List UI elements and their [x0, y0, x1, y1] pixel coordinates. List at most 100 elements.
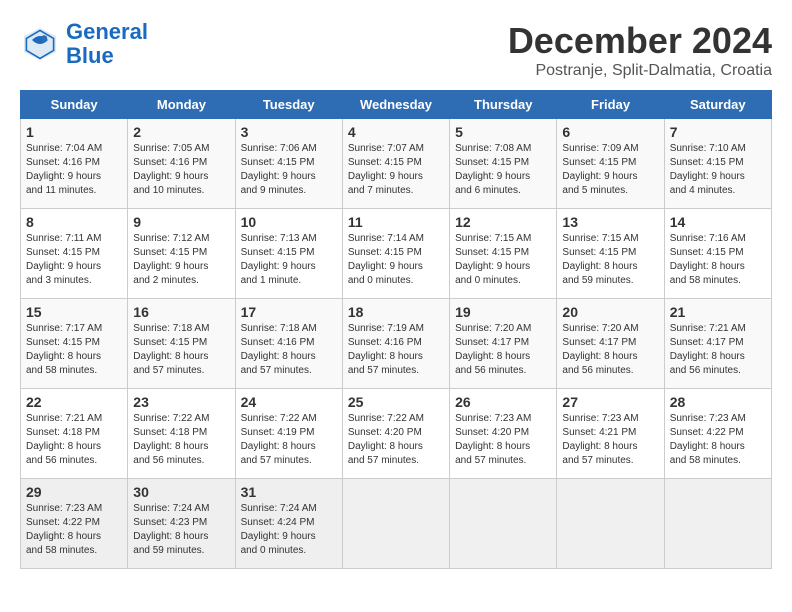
day-number: 1	[26, 124, 122, 140]
calendar-cell: 8 Sunrise: 7:11 AM Sunset: 4:15 PM Daylig…	[21, 209, 128, 299]
day-info: Sunrise: 7:07 AM Sunset: 4:15 PM Dayligh…	[348, 142, 444, 198]
calendar-cell: 21 Sunrise: 7:21 AM Sunset: 4:17 PM Dayli…	[664, 299, 771, 389]
day-info: Sunrise: 7:20 AM Sunset: 4:17 PM Dayligh…	[455, 322, 551, 378]
day-number: 21	[670, 304, 766, 320]
day-info: Sunrise: 7:04 AM Sunset: 4:16 PM Dayligh…	[26, 142, 122, 198]
day-info: Sunrise: 7:06 AM Sunset: 4:15 PM Dayligh…	[241, 142, 337, 198]
day-number: 31	[241, 484, 337, 500]
weekday-header-wednesday: Wednesday	[342, 91, 449, 119]
day-number: 7	[670, 124, 766, 140]
day-info: Sunrise: 7:18 AM Sunset: 4:15 PM Dayligh…	[133, 322, 229, 378]
calendar-week-row: 8 Sunrise: 7:11 AM Sunset: 4:15 PM Daylig…	[21, 209, 772, 299]
day-info: Sunrise: 7:20 AM Sunset: 4:17 PM Dayligh…	[562, 322, 658, 378]
calendar-cell: 23 Sunrise: 7:22 AM Sunset: 4:18 PM Dayli…	[128, 389, 235, 479]
calendar-cell: 29 Sunrise: 7:23 AM Sunset: 4:22 PM Dayli…	[21, 479, 128, 569]
day-number: 3	[241, 124, 337, 140]
calendar-cell: 19 Sunrise: 7:20 AM Sunset: 4:17 PM Dayli…	[450, 299, 557, 389]
day-info: Sunrise: 7:23 AM Sunset: 4:20 PM Dayligh…	[455, 412, 551, 468]
day-info: Sunrise: 7:11 AM Sunset: 4:15 PM Dayligh…	[26, 232, 122, 288]
calendar-cell: 28 Sunrise: 7:23 AM Sunset: 4:22 PM Dayli…	[664, 389, 771, 479]
day-info: Sunrise: 7:21 AM Sunset: 4:17 PM Dayligh…	[670, 322, 766, 378]
calendar-cell: 11 Sunrise: 7:14 AM Sunset: 4:15 PM Dayli…	[342, 209, 449, 299]
weekday-header-row: SundayMondayTuesdayWednesdayThursdayFrid…	[21, 91, 772, 119]
day-info: Sunrise: 7:08 AM Sunset: 4:15 PM Dayligh…	[455, 142, 551, 198]
calendar-cell: 24 Sunrise: 7:22 AM Sunset: 4:19 PM Dayli…	[235, 389, 342, 479]
calendar-cell: 30 Sunrise: 7:24 AM Sunset: 4:23 PM Dayli…	[128, 479, 235, 569]
calendar-table: SundayMondayTuesdayWednesdayThursdayFrid…	[20, 90, 772, 569]
day-info: Sunrise: 7:14 AM Sunset: 4:15 PM Dayligh…	[348, 232, 444, 288]
day-info: Sunrise: 7:22 AM Sunset: 4:19 PM Dayligh…	[241, 412, 337, 468]
calendar-cell: 1 Sunrise: 7:04 AM Sunset: 4:16 PM Daylig…	[21, 119, 128, 209]
day-number: 2	[133, 124, 229, 140]
day-info: Sunrise: 7:23 AM Sunset: 4:22 PM Dayligh…	[670, 412, 766, 468]
calendar-cell	[557, 479, 664, 569]
logo-text: General Blue	[66, 20, 148, 68]
day-info: Sunrise: 7:24 AM Sunset: 4:24 PM Dayligh…	[241, 502, 337, 558]
day-info: Sunrise: 7:24 AM Sunset: 4:23 PM Dayligh…	[133, 502, 229, 558]
day-number: 23	[133, 394, 229, 410]
day-number: 10	[241, 214, 337, 230]
day-number: 27	[562, 394, 658, 410]
logo: General Blue	[20, 20, 148, 68]
calendar-cell: 22Sunrise: 7:21 AM Sunset: 4:18 PM Dayli…	[21, 389, 128, 479]
day-number: 17	[241, 304, 337, 320]
main-title: December 2024	[508, 20, 772, 62]
day-number: 28	[670, 394, 766, 410]
calendar-cell: 31 Sunrise: 7:24 AM Sunset: 4:24 PM Dayli…	[235, 479, 342, 569]
calendar-cell: 18Sunrise: 7:19 AM Sunset: 4:16 PM Dayli…	[342, 299, 449, 389]
calendar-cell: 9 Sunrise: 7:12 AM Sunset: 4:15 PM Daylig…	[128, 209, 235, 299]
day-number: 19	[455, 304, 551, 320]
day-number: 30	[133, 484, 229, 500]
calendar-cell: 13Sunrise: 7:15 AM Sunset: 4:15 PM Dayli…	[557, 209, 664, 299]
day-number: 20	[562, 304, 658, 320]
day-info: Sunrise: 7:17 AM Sunset: 4:15 PM Dayligh…	[26, 322, 122, 378]
logo-line1: General	[66, 19, 148, 44]
day-number: 13	[562, 214, 658, 230]
day-number: 22	[26, 394, 122, 410]
day-number: 9	[133, 214, 229, 230]
day-number: 29	[26, 484, 122, 500]
calendar-cell: 25Sunrise: 7:22 AM Sunset: 4:20 PM Dayli…	[342, 389, 449, 479]
calendar-cell: 4 Sunrise: 7:07 AM Sunset: 4:15 PM Daylig…	[342, 119, 449, 209]
calendar-cell: 16 Sunrise: 7:18 AM Sunset: 4:15 PM Dayli…	[128, 299, 235, 389]
day-info: Sunrise: 7:16 AM Sunset: 4:15 PM Dayligh…	[670, 232, 766, 288]
day-info: Sunrise: 7:09 AM Sunset: 4:15 PM Dayligh…	[562, 142, 658, 198]
logo-line2: Blue	[66, 43, 114, 68]
weekday-header-sunday: Sunday	[21, 91, 128, 119]
day-info: Sunrise: 7:12 AM Sunset: 4:15 PM Dayligh…	[133, 232, 229, 288]
calendar-cell: 3 Sunrise: 7:06 AM Sunset: 4:15 PM Daylig…	[235, 119, 342, 209]
calendar-cell: 15 Sunrise: 7:17 AM Sunset: 4:15 PM Dayli…	[21, 299, 128, 389]
calendar-cell	[664, 479, 771, 569]
calendar-cell: 12 Sunrise: 7:15 AM Sunset: 4:15 PM Dayli…	[450, 209, 557, 299]
title-block: December 2024 Postranje, Split-Dalmatia,…	[508, 20, 772, 80]
calendar-cell: 7 Sunrise: 7:10 AM Sunset: 4:15 PM Daylig…	[664, 119, 771, 209]
day-number: 18	[348, 304, 444, 320]
day-number: 11	[348, 214, 444, 230]
weekday-header-tuesday: Tuesday	[235, 91, 342, 119]
day-info: Sunrise: 7:13 AM Sunset: 4:15 PM Dayligh…	[241, 232, 337, 288]
day-info: Sunrise: 7:10 AM Sunset: 4:15 PM Dayligh…	[670, 142, 766, 198]
day-number: 5	[455, 124, 551, 140]
logo-icon	[20, 24, 60, 64]
day-number: 26	[455, 394, 551, 410]
calendar-cell: 26 Sunrise: 7:23 AM Sunset: 4:20 PM Dayli…	[450, 389, 557, 479]
calendar-cell	[450, 479, 557, 569]
calendar-week-row: 29 Sunrise: 7:23 AM Sunset: 4:22 PM Dayli…	[21, 479, 772, 569]
day-info: Sunrise: 7:15 AM Sunset: 4:15 PM Dayligh…	[455, 232, 551, 288]
calendar-cell: 20 Sunrise: 7:20 AM Sunset: 4:17 PM Dayli…	[557, 299, 664, 389]
day-number: 16	[133, 304, 229, 320]
day-number: 6	[562, 124, 658, 140]
day-number: 12	[455, 214, 551, 230]
subtitle: Postranje, Split-Dalmatia, Croatia	[508, 62, 772, 80]
day-number: 8	[26, 214, 122, 230]
header: General Blue December 2024 Postranje, Sp…	[20, 20, 772, 80]
day-number: 15	[26, 304, 122, 320]
weekday-header-saturday: Saturday	[664, 91, 771, 119]
day-info: Sunrise: 7:22 AM Sunset: 4:18 PM Dayligh…	[133, 412, 229, 468]
day-info: Sunrise: 7:23 AM Sunset: 4:22 PM Dayligh…	[26, 502, 122, 558]
calendar-cell: 27Sunrise: 7:23 AM Sunset: 4:21 PM Dayli…	[557, 389, 664, 479]
day-number: 24	[241, 394, 337, 410]
day-info: Sunrise: 7:18 AM Sunset: 4:16 PM Dayligh…	[241, 322, 337, 378]
day-number: 4	[348, 124, 444, 140]
day-info: Sunrise: 7:05 AM Sunset: 4:16 PM Dayligh…	[133, 142, 229, 198]
